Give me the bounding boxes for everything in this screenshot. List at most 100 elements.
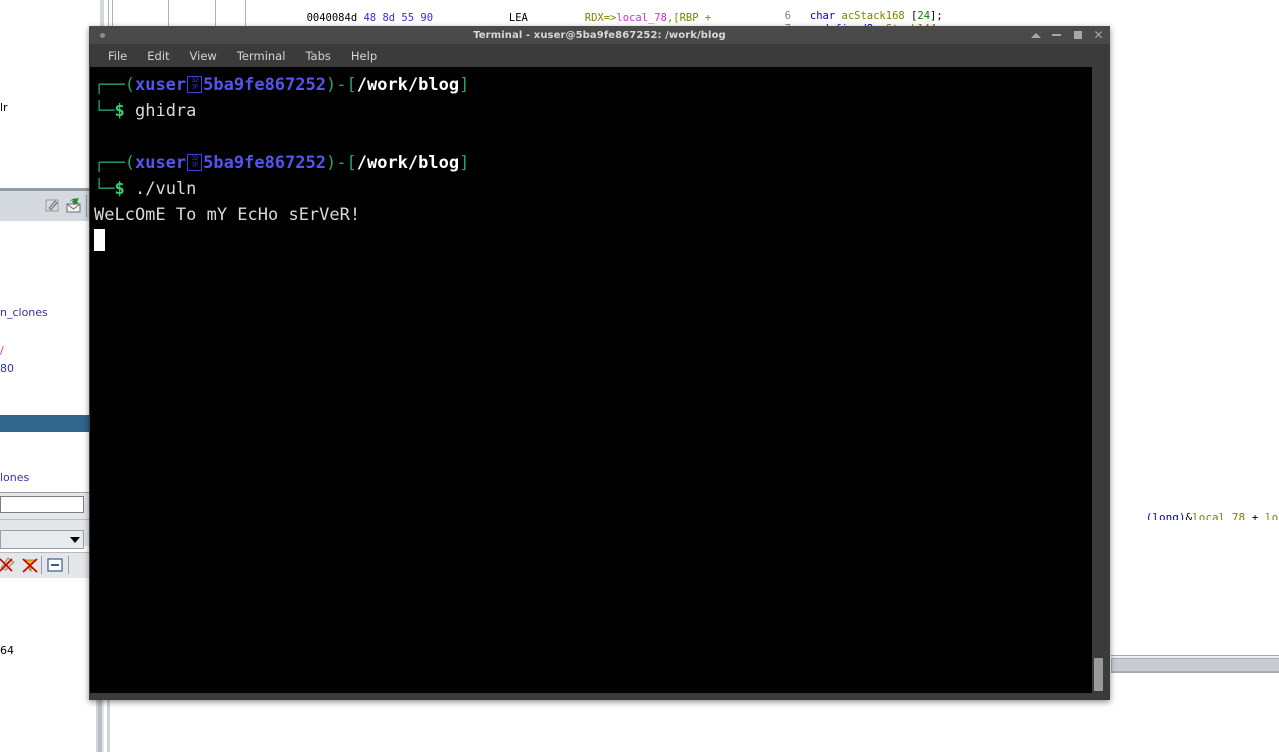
terminal-titlebar[interactable]: Terminal - xuser@5ba9fe867252: /work/blo… [89,26,1110,44]
prompt-dash: - [336,153,347,173]
menu-terminal[interactable]: Terminal [227,47,296,65]
ghidra-left-pane-top[interactable]: lr [0,0,90,189]
ghidra-left-pane-tree[interactable]: n_clones / 80 [0,221,90,415]
decompiler-horizontal-scrollbar[interactable] [1111,655,1279,673]
prompt-paren-open: ( [124,75,135,95]
terminal-body: ┌──(xuser 32 7F 5ba9fe867252)-[/work/blog] … [89,67,1110,700]
menu-help[interactable]: Help [341,47,387,65]
edit-pencil-icon[interactable] [44,197,62,215]
window-controls[interactable]: ✕ [1030,26,1104,44]
decompiler-line[interactable]: 6 char acStack168 [24]; [734,0,943,22]
command-line[interactable]: └─$ ghidra [90,98,1092,124]
prompt-corner: ┌── [94,153,125,173]
ghidra-decompiler-panel[interactable]: 6 char acStack168 [24]; 7 undefined8 uSt… [716,0,1279,26]
edge-column [102,700,104,752]
command-text: ghidra [134,101,197,121]
minimize-button[interactable] [1051,26,1062,44]
decompiler-line[interactable]: 7 undefined8 uStack144; [734,11,943,26]
decompiler-var: local_78 [1192,511,1246,520]
menu-tabs[interactable]: Tabs [295,47,340,65]
prompt-corner-bottom: └─ [94,101,115,121]
listing-rule-1 [108,0,109,26]
ghidra-left-toolbar[interactable] [0,189,90,223]
prompt-paren-open: ( [124,153,135,173]
import-arrow-icon[interactable] [65,197,83,215]
prompt-host: 5ba9fe867252 [203,75,326,95]
glyph-codepoint-bottom: 7F [191,84,199,91]
prompt-bracket-open: [ [346,153,357,173]
cursor-line[interactable] [90,228,1092,254]
clear-filter-icon[interactable] [21,556,39,574]
window-title: Terminal - xuser@5ba9fe867252: /work/blo… [473,29,726,41]
prompt-cwd: /work/blog [356,153,460,173]
prompt-corner: ┌── [94,75,125,95]
prompt-user: xuser [134,153,187,173]
prompt-bracket-open: [ [346,75,357,95]
prompt-dollar: $ [114,179,125,199]
left-pane-text: 80 [0,362,14,375]
terminal-scrollbar[interactable] [1093,67,1104,693]
prompt-host: 5ba9fe867252 [203,153,326,173]
prompt-paren-close: ) [325,153,337,173]
prompt-dollar: $ [114,101,125,121]
listing-rule-5 [245,0,246,26]
ghidra-selected-row[interactable] [0,415,90,432]
edge-column [110,700,112,752]
left-pane-text: n_clones [0,306,48,319]
filter-input[interactable] [0,496,84,513]
listing-row[interactable]: 00400851 48 8b 45 d8 MOV RAX,qword ptr [… [256,13,750,26]
menu-view[interactable]: View [180,47,227,65]
command-text: ./vuln [134,179,197,199]
missing-glyph-icon: 32 7F [187,76,203,93]
button-separator [41,556,42,574]
menu-file[interactable]: File [98,47,137,65]
glyph-codepoint-bottom: 7F [191,162,199,169]
prompt-bracket-close: ] [459,153,470,173]
button-separator [68,556,69,574]
prompt-paren-close: ) [325,75,337,95]
decompiler-code-fragment[interactable]: (long)&local_78 + local_3 [1106,498,1279,520]
prompt-line-top: ┌──(xuser 32 7F 5ba9fe867252)-[/work/blog] [90,150,1092,176]
terminal-window[interactable]: Terminal - xuser@5ba9fe867252: /work/blo… [89,26,1110,700]
menu-edit[interactable]: Edit [137,47,179,65]
decompiler-operator: + [1245,511,1265,520]
scrollbar-thumb[interactable] [1094,658,1103,691]
listing-left-edge [100,0,104,26]
prompt-line-top: ┌──(xuser 32 7F 5ba9fe867252)-[/work/blog] [90,72,1092,98]
ghidra-left-pane-list[interactable]: lones [0,432,90,492]
terminal-menubar[interactable]: File Edit View Terminal Tabs Help [89,44,1110,67]
left-pane-text: lr [0,101,8,114]
prompt-bracket-close: ] [459,75,470,95]
missing-glyph-icon: 32 7F [187,154,203,171]
command-line[interactable]: └─$ ./vuln [90,176,1092,202]
prompt-corner-bottom: └─ [94,179,115,199]
left-pane-text: / [0,344,4,357]
maximize-button[interactable] [1072,26,1083,44]
scrollbar-thumb[interactable] [1111,658,1279,672]
glyph-codepoint-top: 32 [191,155,199,162]
prompt-dash: - [336,75,347,95]
glyph-codepoint-top: 32 [191,77,199,84]
listing-row[interactable]: 0040084d 48 8d 55 90 LEA RDX=>local_78,[… [256,0,756,24]
terminal-screen[interactable]: ┌──(xuser 32 7F 5ba9fe867252)-[/work/blog] … [90,67,1092,693]
close-button[interactable]: ✕ [1093,26,1104,44]
screen-root: 0040084d 48 8d 55 90 LEA RDX=>local_78,[… [0,0,1279,752]
decompiler-cast: (long) [1145,511,1186,520]
listing-rule-4 [215,0,216,26]
toolbar-separator [86,195,87,217]
left-pane-text: 64 [0,644,14,657]
ghidra-window-edge-columns [96,700,118,752]
prompt-user: xuser [134,75,187,95]
ghidra-left-pane-bottom[interactable]: 64 [0,578,90,752]
listing-rule-3 [168,0,169,26]
ghidra-dropdown[interactable] [0,530,84,549]
listing-rule-2 [112,0,113,26]
chevron-down-icon[interactable] [70,537,80,543]
shade-button[interactable] [1030,26,1041,44]
collapse-all-icon[interactable] [46,556,64,574]
left-pane-text: lones [0,471,30,484]
decompiler-var: local_3 [1264,511,1279,520]
delete-marker-icon[interactable] [0,556,16,574]
text-cursor[interactable] [94,229,105,251]
